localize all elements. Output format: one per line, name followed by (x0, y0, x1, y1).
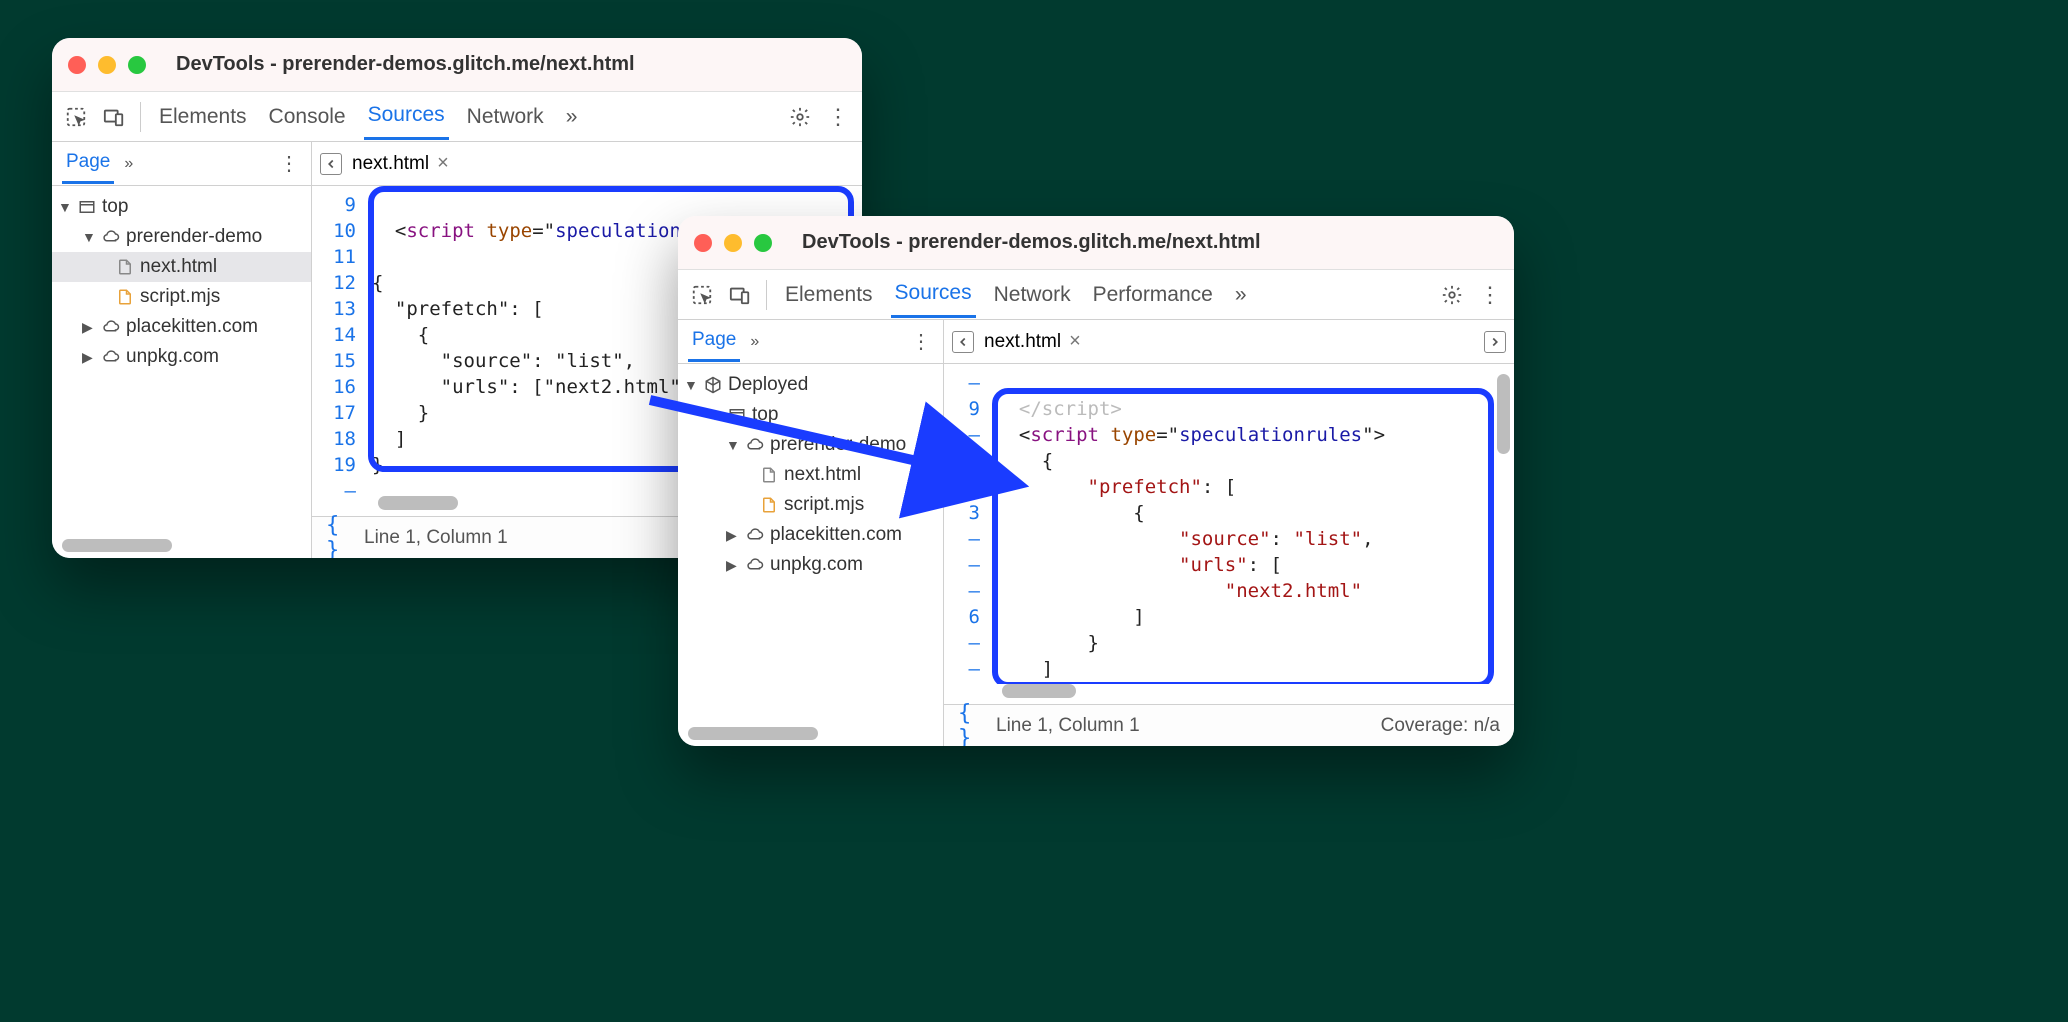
tree-domain[interactable]: ▼prerender-demo (678, 430, 943, 460)
main-toolbar: Elements Sources Network Performance » ⋮ (678, 270, 1514, 320)
panel-toggle-icon[interactable] (1484, 331, 1506, 353)
tab-performance[interactable]: Performance (1089, 273, 1217, 317)
tree-deployed[interactable]: ▼Deployed (678, 370, 943, 400)
tab-page[interactable]: Page (688, 321, 740, 362)
cloud-icon (746, 556, 764, 574)
scrollbar-stub[interactable] (378, 496, 458, 510)
tree-file-js[interactable]: script.mjs (52, 282, 311, 312)
close-icon[interactable] (68, 56, 86, 74)
tree-unpkg[interactable]: ▶unpkg.com (52, 342, 311, 372)
title: DevTools - prerender-demos.glitch.me/nex… (176, 53, 635, 76)
tab-sources[interactable]: Sources (891, 271, 976, 318)
navigator-sidebar: Page » ⋮ ▼Deployed ▼top ▼prerender-demo … (678, 320, 944, 746)
scrollbar-stub[interactable] (62, 539, 172, 552)
tab-network[interactable]: Network (990, 273, 1075, 317)
cursor-position: Line 1, Column 1 (364, 527, 508, 549)
file-tree: ▼Deployed ▼top ▼prerender-demo next.html… (678, 364, 943, 727)
collapse-icon[interactable] (952, 331, 974, 353)
frame-icon (78, 198, 96, 216)
tree-file-html[interactable]: next.html (52, 252, 311, 282)
kebab-icon[interactable]: ⋮ (826, 105, 850, 129)
maximize-icon[interactable] (754, 234, 772, 252)
minimize-icon[interactable] (724, 234, 742, 252)
title: DevTools - prerender-demos.glitch.me/nex… (802, 231, 1261, 254)
titlebar: DevTools - prerender-demos.glitch.me/nex… (678, 216, 1514, 270)
open-tab[interactable]: next.html × (984, 330, 1081, 353)
braces-icon[interactable]: { } (326, 526, 350, 550)
tree-top[interactable]: ▼top (678, 400, 943, 430)
close-icon[interactable] (694, 234, 712, 252)
gutter: 910111213141516171819–20 (312, 186, 364, 496)
traffic-lights (694, 234, 772, 252)
tree-placekitten[interactable]: ▶placekitten.com (52, 312, 311, 342)
inspect-icon[interactable] (690, 283, 714, 307)
tree-domain[interactable]: ▼prerender-demo (52, 222, 311, 252)
tree-file-html[interactable]: next.html (678, 460, 943, 490)
kebab-icon[interactable]: ⋮ (1478, 283, 1502, 307)
tab-console[interactable]: Console (265, 95, 350, 139)
kebab-icon[interactable]: ⋮ (277, 152, 301, 176)
scrollbar-stub[interactable] (1002, 684, 1076, 698)
tree-unpkg[interactable]: ▶unpkg.com (678, 550, 943, 580)
tree-placekitten[interactable]: ▶placekitten.com (678, 520, 943, 550)
devtools-window-2: DevTools - prerender-demos.glitch.me/nex… (678, 216, 1514, 746)
file-icon (116, 258, 134, 276)
vertical-scrollbar[interactable] (1497, 374, 1510, 454)
frame-icon (728, 406, 746, 424)
file-icon (760, 466, 778, 484)
code[interactable]: </script> <script type="speculationrules… (988, 364, 1514, 684)
traffic-lights (68, 56, 146, 74)
tree-file-js[interactable]: script.mjs (678, 490, 943, 520)
scrollbar-stub[interactable] (688, 727, 818, 740)
file-icon (116, 288, 134, 306)
maximize-icon[interactable] (128, 56, 146, 74)
tab-more[interactable]: » (562, 95, 582, 139)
cloud-icon (102, 348, 120, 366)
cloud-icon (746, 526, 764, 544)
navigator-sidebar: Page » ⋮ ▼top ▼prerender-demo next.html … (52, 142, 312, 558)
device-toggle-icon[interactable] (102, 105, 126, 129)
device-toggle-icon[interactable] (728, 283, 752, 307)
close-tab-icon[interactable]: × (1069, 330, 1081, 353)
open-tab[interactable]: next.html × (352, 152, 449, 175)
tab-more[interactable]: » (124, 155, 133, 173)
gutter: –9–1–3–––6–––20 (944, 364, 988, 684)
file-tree: ▼top ▼prerender-demo next.html script.mj… (52, 186, 311, 539)
tab-more[interactable]: » (750, 333, 759, 351)
cloud-icon (746, 436, 764, 454)
tab-elements[interactable]: Elements (781, 273, 877, 317)
braces-icon[interactable]: { } (958, 714, 982, 738)
tab-elements[interactable]: Elements (155, 95, 251, 139)
main-toolbar: Elements Console Sources Network » ⋮ (52, 92, 862, 142)
close-tab-icon[interactable]: × (437, 152, 449, 175)
kebab-icon[interactable]: ⋮ (909, 330, 933, 354)
gear-icon[interactable] (1440, 283, 1464, 307)
statusbar: { } Line 1, Column 1 Coverage: n/a (944, 704, 1514, 746)
tree-top[interactable]: ▼top (52, 192, 311, 222)
gear-icon[interactable] (788, 105, 812, 129)
tab-network[interactable]: Network (463, 95, 548, 139)
coverage: Coverage: n/a (1381, 715, 1500, 737)
cube-icon (704, 376, 722, 394)
tab-page[interactable]: Page (62, 143, 114, 184)
titlebar: DevTools - prerender-demos.glitch.me/nex… (52, 38, 862, 92)
editor-pane: next.html × –9–1–3–––6–––20 </script> <s… (944, 320, 1514, 746)
inspect-icon[interactable] (64, 105, 88, 129)
minimize-icon[interactable] (98, 56, 116, 74)
editor[interactable]: –9–1–3–––6–––20 </script> <script type="… (944, 364, 1514, 684)
cursor-position: Line 1, Column 1 (996, 715, 1140, 737)
cloud-icon (102, 318, 120, 336)
cloud-icon (102, 228, 120, 246)
tab-more[interactable]: » (1231, 273, 1251, 317)
tab-sources[interactable]: Sources (364, 93, 449, 140)
file-icon (760, 496, 778, 514)
collapse-icon[interactable] (320, 153, 342, 175)
